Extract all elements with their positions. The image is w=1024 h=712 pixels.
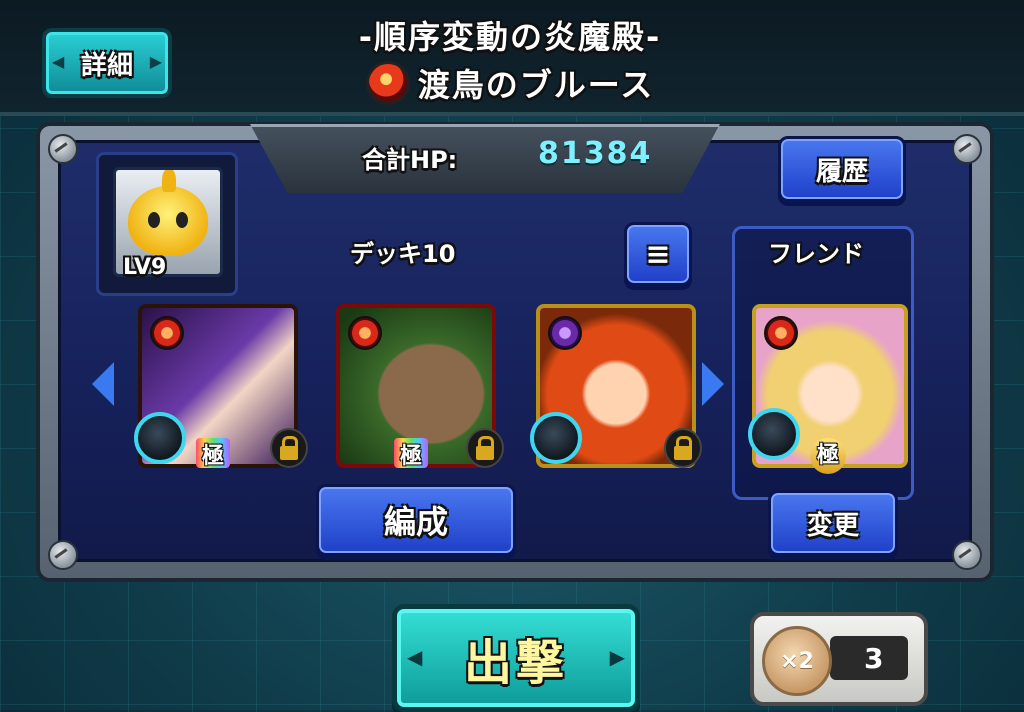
history-button-label: 履歴	[815, 156, 868, 187]
kiwami-badge: 極	[810, 438, 846, 474]
stage-title: -順序変動の炎魔殿-	[358, 18, 662, 56]
screw-icon	[952, 134, 982, 164]
deck-next-arrow-icon[interactable]	[702, 362, 724, 406]
fire-element-icon	[150, 316, 184, 350]
mascot-face-icon	[128, 170, 208, 256]
detail-button[interactable]: ◀ 詳細 ▶	[42, 28, 172, 98]
sortie-button-label: 出撃	[463, 635, 568, 691]
friend-title: フレンド	[768, 240, 864, 268]
deck-title: デッキ10	[350, 240, 456, 268]
ability-orb-icon	[134, 412, 186, 464]
screw-icon	[952, 540, 982, 570]
dark-element-icon	[548, 316, 582, 350]
ability-orb-icon	[748, 408, 800, 460]
stage-subtitle-row: 渡鳥のブルース	[330, 60, 690, 106]
player-level-card[interactable]: LV9	[96, 152, 238, 296]
formation-button[interactable]: 編成	[316, 484, 516, 556]
counter-value: 3	[864, 642, 884, 675]
total-hp-label: 合計HP:	[362, 146, 458, 174]
deck-prev-arrow-icon[interactable]	[92, 362, 114, 406]
formation-button-label: 編成	[383, 503, 448, 541]
lock-icon	[270, 428, 308, 468]
chevron-left-icon: ◀	[52, 52, 65, 71]
sortie-button[interactable]: ◀ 出撃 ▶	[392, 604, 640, 712]
stage-subtitle: 渡鳥のブルース	[417, 66, 655, 104]
history-button[interactable]: 履歴	[778, 136, 906, 202]
screw-icon	[48, 134, 78, 164]
total-hp-value: 81384	[538, 136, 653, 171]
lock-icon	[664, 428, 702, 468]
header-bar: ◀ 詳細 ▶ -順序変動の炎魔殿- 渡鳥のブルース	[0, 0, 1024, 116]
chevron-right-icon: ▶	[149, 52, 162, 71]
fire-element-icon	[764, 316, 798, 350]
change-friend-button[interactable]: 変更	[768, 490, 898, 556]
boost-item-counter[interactable]: ×2 3	[750, 612, 928, 706]
screw-icon	[48, 540, 78, 570]
deck-list-button[interactable]: ≡	[624, 222, 692, 286]
detail-button-label: 詳細	[80, 50, 133, 81]
fire-element-icon	[348, 316, 382, 350]
kiwami-badge: 極	[196, 438, 230, 469]
kiwami-badge: 極	[394, 438, 428, 469]
change-button-label: 変更	[806, 510, 859, 541]
list-icon: ≡	[645, 236, 671, 272]
chevron-left-icon: ◀	[407, 645, 423, 669]
chevron-right-icon: ▶	[609, 645, 625, 669]
lock-icon	[466, 428, 504, 468]
level-label: LV9	[123, 255, 167, 280]
boost-coin-icon: ×2	[762, 626, 832, 696]
fire-element-icon	[365, 61, 410, 105]
coin-multiplier: ×2	[780, 648, 814, 674]
ability-orb-icon	[530, 412, 582, 464]
